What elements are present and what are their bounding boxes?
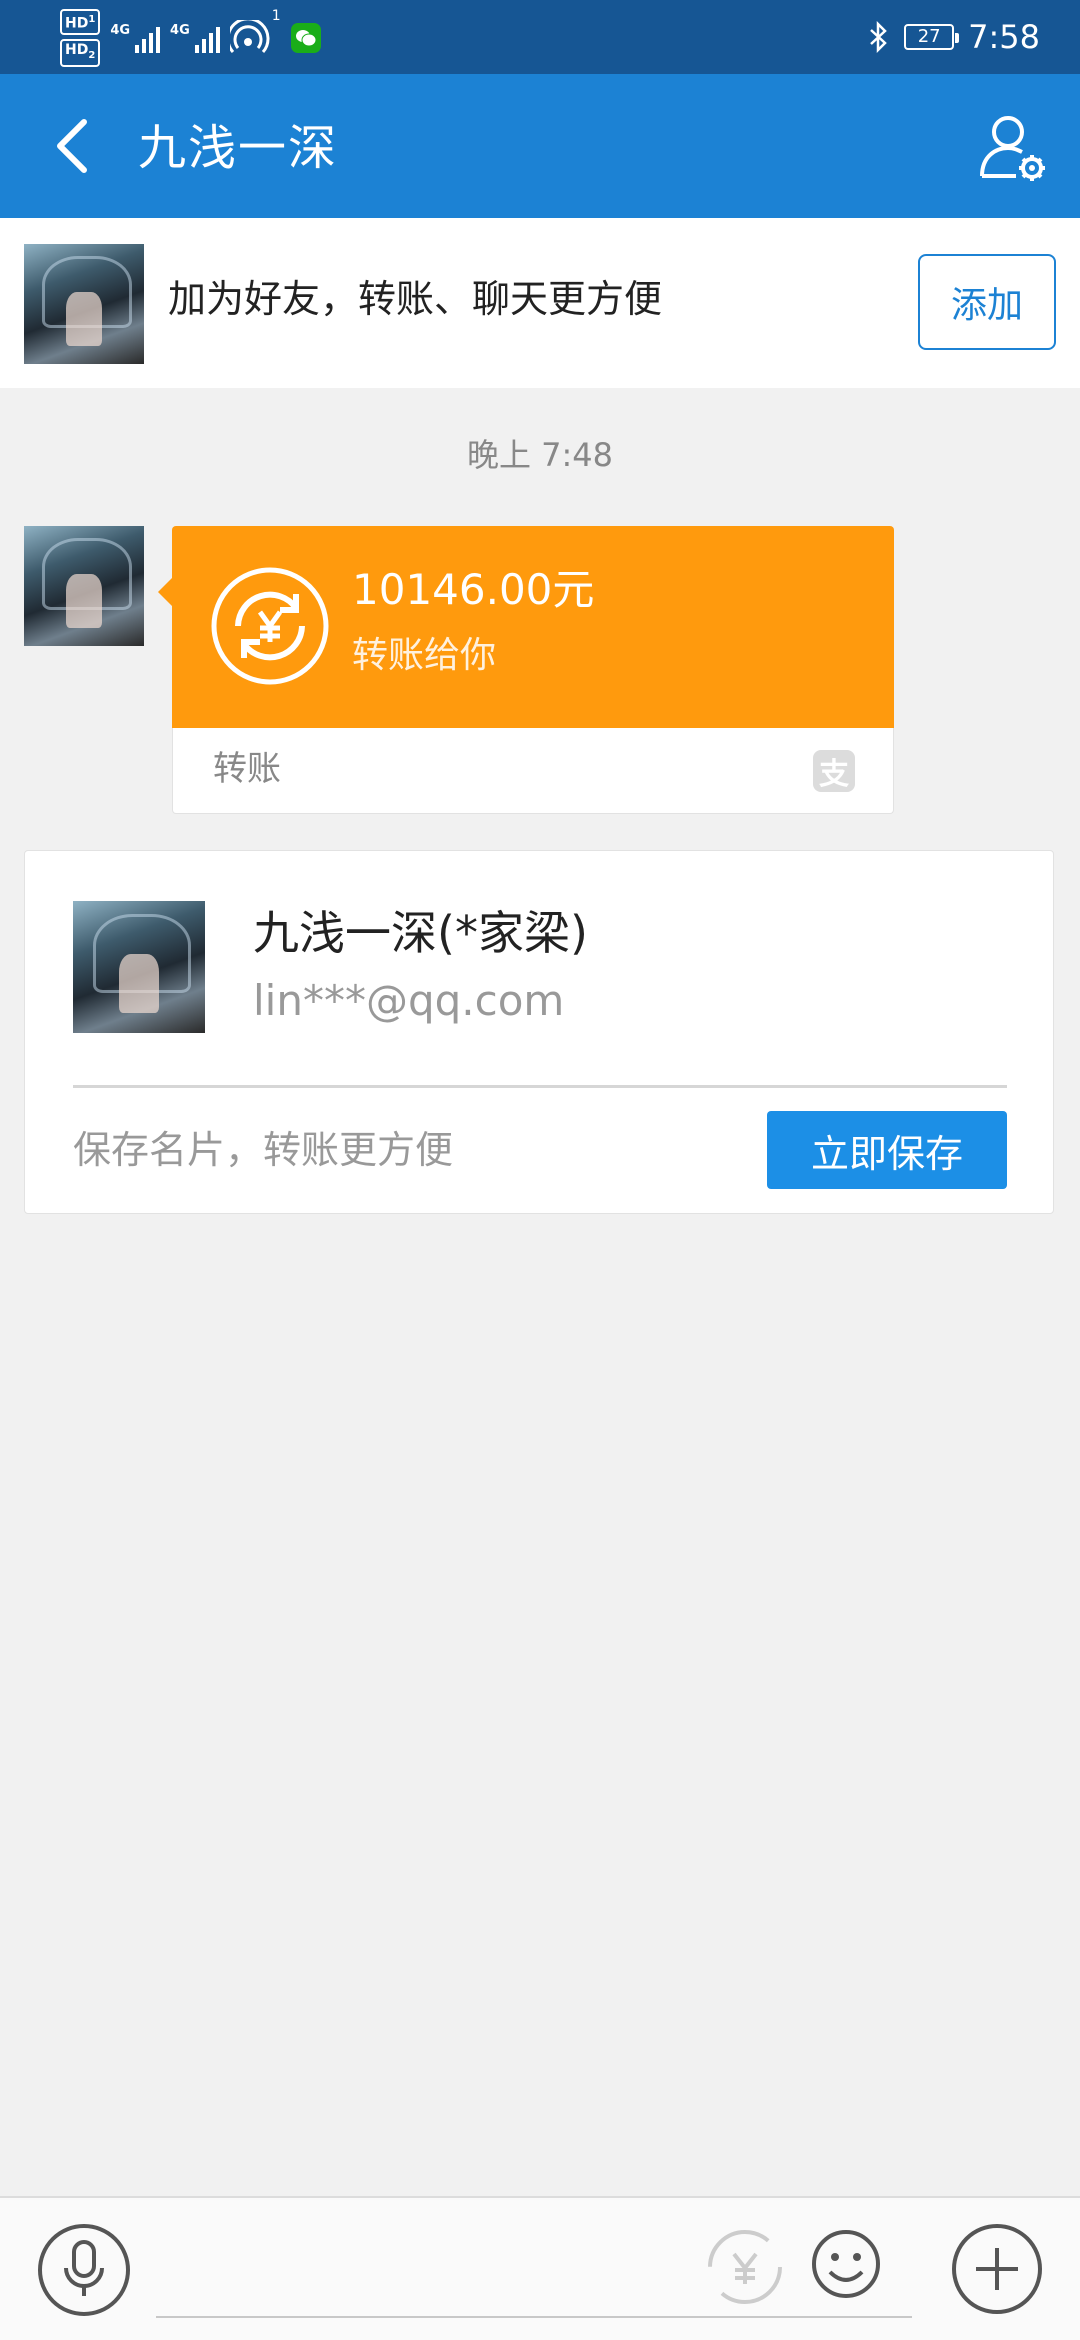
signal-icon: 4G: [110, 23, 161, 53]
card-divider: [73, 1085, 1007, 1088]
more-button[interactable]: [952, 2224, 1042, 2314]
contact-email: lin***@qq.com: [253, 976, 565, 1025]
hd-indicators: HD1 HD2: [60, 9, 101, 67]
contact-card: 九浅一深(*家梁) lin***@qq.com 保存名片，转账更方便 立即保存: [24, 850, 1054, 1214]
back-button[interactable]: [40, 114, 104, 178]
sender-avatar[interactable]: [24, 526, 144, 646]
input-bar: [0, 2196, 1080, 2340]
status-right: 27 7:58: [868, 0, 1040, 74]
transfer-label: 转账: [213, 749, 281, 789]
network-1-label: 4G: [110, 23, 131, 38]
chat-settings-button[interactable]: [976, 110, 1052, 186]
contact-avatar: [73, 901, 205, 1033]
transfer-card-footer: 转账 支: [172, 728, 894, 814]
signal-icon-2: 4G: [170, 23, 220, 53]
message-timestamp: 晚上 7:48: [466, 436, 614, 474]
save-contact-button[interactable]: 立即保存: [767, 1111, 1007, 1189]
header-bar: 九浅一深: [0, 74, 1080, 218]
page-title: 九浅一深: [138, 120, 339, 176]
voice-button[interactable]: [38, 2224, 130, 2316]
avatar[interactable]: [24, 244, 144, 364]
contact-name: 九浅一深(*家梁): [253, 906, 588, 960]
user-settings-icon: [980, 116, 1045, 181]
battery-level: 27: [917, 26, 941, 47]
transfer-message[interactable]: 10146.00元 转账给你 转账 支: [158, 526, 894, 814]
transfer-card-top: 10146.00元 转账给你: [158, 526, 894, 728]
status-bar: HD1 HD2 4G 4G 1 27 7:58: [0, 0, 1080, 74]
message-input[interactable]: [156, 2218, 912, 2318]
network-2-label: 4G: [170, 23, 190, 38]
wechat-icon: [290, 23, 321, 53]
save-contact-hint: 保存名片，转账更方便: [73, 1128, 454, 1172]
alipay-icon: 支: [813, 750, 855, 792]
emoji-icon[interactable]: [810, 2228, 882, 2300]
status-time: 7:58: [968, 18, 1040, 56]
yuan-icon[interactable]: [706, 2228, 784, 2306]
hotspot-count: 1: [271, 8, 281, 24]
hd-2-badge: HD2: [60, 38, 101, 67]
status-left: HD1 HD2 4G 4G 1: [60, 8, 321, 68]
microphone-icon: [64, 2240, 104, 2296]
chevron-left-icon: [57, 119, 87, 173]
bluetooth-icon: [870, 21, 887, 53]
wifi-hotspot-icon: [229, 20, 270, 53]
add-friend-text: 加为好友，转账、聊天更方便: [168, 277, 663, 321]
add-friend-button[interactable]: 添加: [918, 254, 1056, 350]
transfer-subtitle: 转账给你: [352, 635, 497, 676]
transfer-amount: 10146.00元: [352, 565, 595, 614]
add-friend-banner: 加为好友，转账、聊天更方便 添加: [0, 218, 1080, 388]
battery-icon: 27: [904, 24, 960, 50]
plus-icon: [976, 2248, 1018, 2290]
yuan-transfer-icon: [211, 567, 329, 685]
hd-1-badge: HD1: [60, 9, 101, 35]
